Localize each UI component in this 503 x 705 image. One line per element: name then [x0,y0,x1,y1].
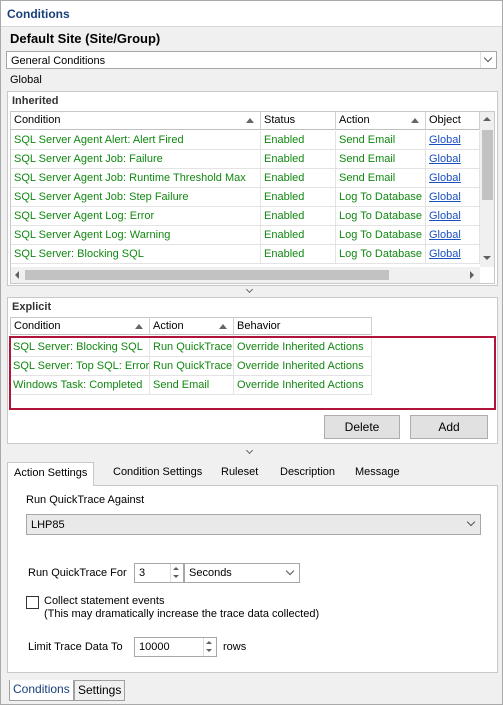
column-header-label: Status [264,114,296,126]
collect-events-checkbox[interactable] [26,596,39,609]
column-header-label: Condition [14,114,61,126]
selection-highlight [9,336,496,410]
settings-tabs: Action Settings Condition Settings Rules… [7,462,498,673]
sort-ascending-icon [135,324,143,329]
column-header-label: Object [429,114,461,126]
column-header-status[interactable]: Status [261,112,336,130]
scroll-thumb[interactable] [25,270,389,280]
status-cell: Enabled [261,226,336,245]
run-against-select[interactable]: LHP85 [26,514,481,535]
status-cell: Enabled [261,245,336,264]
object-link[interactable]: Global [426,169,480,188]
object-link[interactable]: Global [426,245,480,264]
condition-cell: SQL Server: Blocking SQL [11,245,261,264]
scroll-left-icon[interactable] [15,271,19,279]
status-cell: Enabled [261,131,336,150]
column-header-label: Action [153,320,184,332]
condition-cell: SQL Server Agent Log: Warning [11,226,261,245]
action-cell: Log To Database [336,226,426,245]
window-title: Conditions [7,7,70,21]
tab-action-settings[interactable]: Action Settings [7,462,95,486]
action-cell: Send Email [336,169,426,188]
conditions-panel: Conditions Default Site (Site/Group) Gen… [0,0,503,705]
limit-trace-value: 10000 [139,641,170,653]
scroll-down-icon[interactable] [483,256,491,260]
tab-description[interactable]: Description [274,462,341,484]
splitter-chevron-icon[interactable] [245,285,257,295]
column-header-condition[interactable]: Condition [10,317,150,335]
column-header-action[interactable]: Action [336,112,426,130]
add-button[interactable]: Add [410,415,488,439]
scroll-thumb[interactable] [482,130,493,200]
scroll-up-icon[interactable] [483,117,491,121]
delete-button[interactable]: Delete [324,415,400,439]
object-link[interactable]: Global [426,226,480,245]
chevron-down-icon[interactable] [283,564,299,582]
vertical-scrollbar[interactable] [480,112,494,267]
object-link[interactable]: Global [426,150,480,169]
sort-ascending-icon [246,118,254,123]
object-link[interactable]: Global [426,188,480,207]
action-cell: Send Email [336,131,426,150]
spinner-icon[interactable] [170,564,183,582]
site-title: Default Site (Site/Group) [10,31,161,46]
condition-cell: SQL Server Agent Job: Runtime Threshold … [11,169,261,188]
bottom-tab-conditions[interactable]: Conditions [9,680,74,701]
scroll-right-icon[interactable] [470,271,474,279]
column-header-action[interactable]: Action [150,317,234,335]
limit-trace-stepper[interactable]: 10000 [134,637,217,657]
explicit-title: Explicit [12,301,52,313]
action-cell: Log To Database [336,188,426,207]
object-link[interactable]: Global [426,131,480,150]
condition-type-value: General Conditions [11,55,106,67]
action-cell: Log To Database [336,207,426,226]
status-cell: Enabled [261,188,336,207]
inherited-group: Inherited Condition Status Action Object… [7,91,498,286]
run-for-label: Run QuickTrace For [28,567,127,579]
column-header-behavior[interactable]: Behavior [234,317,372,335]
collect-events-label: Collect statement events [44,595,165,607]
sort-ascending-icon [411,118,419,123]
condition-type-select[interactable]: General Conditions [6,51,497,69]
column-header-label: Action [339,114,370,126]
action-cell: Send Email [336,150,426,169]
column-header-condition[interactable]: Condition [11,112,261,130]
column-header-object[interactable]: Object [426,112,480,130]
action-cell: Log To Database [336,245,426,264]
chevron-down-icon[interactable] [480,52,496,68]
condition-cell: SQL Server Agent Job: Step Failure [11,188,261,207]
object-link[interactable]: Global [426,207,480,226]
horizontal-scrollbar[interactable] [11,267,480,283]
condition-cell: SQL Server Agent Alert: Alert Fired [11,131,261,150]
column-header-label: Behavior [237,320,281,332]
condition-cell: SQL Server Agent Job: Failure [11,150,261,169]
tab-ruleset[interactable]: Ruleset [215,462,264,484]
run-for-unit-value: Seconds [189,567,232,579]
status-cell: Enabled [261,150,336,169]
title-bar: Conditions [1,1,502,27]
inherited-title: Inherited [12,95,59,107]
column-header-label: Condition [14,320,61,332]
collect-events-note: (This may dramatically increase the trac… [44,608,320,620]
splitter-chevron-icon[interactable] [245,446,257,456]
status-cell: Enabled [261,169,336,188]
limit-trace-unit: rows [223,641,247,653]
bottom-tab-settings[interactable]: Settings [74,680,126,701]
run-against-value: LHP85 [31,519,65,531]
run-for-value: 3 [139,567,146,579]
tab-message[interactable]: Message [349,462,406,484]
sort-ascending-icon [219,324,227,329]
status-cell: Enabled [261,207,336,226]
run-for-stepper[interactable]: 3 [134,563,184,583]
action-settings-panel: Run QuickTrace Against LHP85 Run QuickTr… [7,485,498,673]
spinner-icon[interactable] [203,638,216,656]
run-for-unit-select[interactable]: Seconds [184,563,300,583]
chevron-down-icon[interactable] [464,515,480,534]
limit-trace-label: Limit Trace Data To [28,641,123,653]
scope-label: Global [10,74,42,86]
run-against-label: Run QuickTrace Against [26,494,145,506]
condition-cell: SQL Server Agent Log: Error [11,207,261,226]
tab-condition-settings[interactable]: Condition Settings [107,462,208,484]
inherited-grid: Condition Status Action Object SQL Serve… [10,111,495,284]
